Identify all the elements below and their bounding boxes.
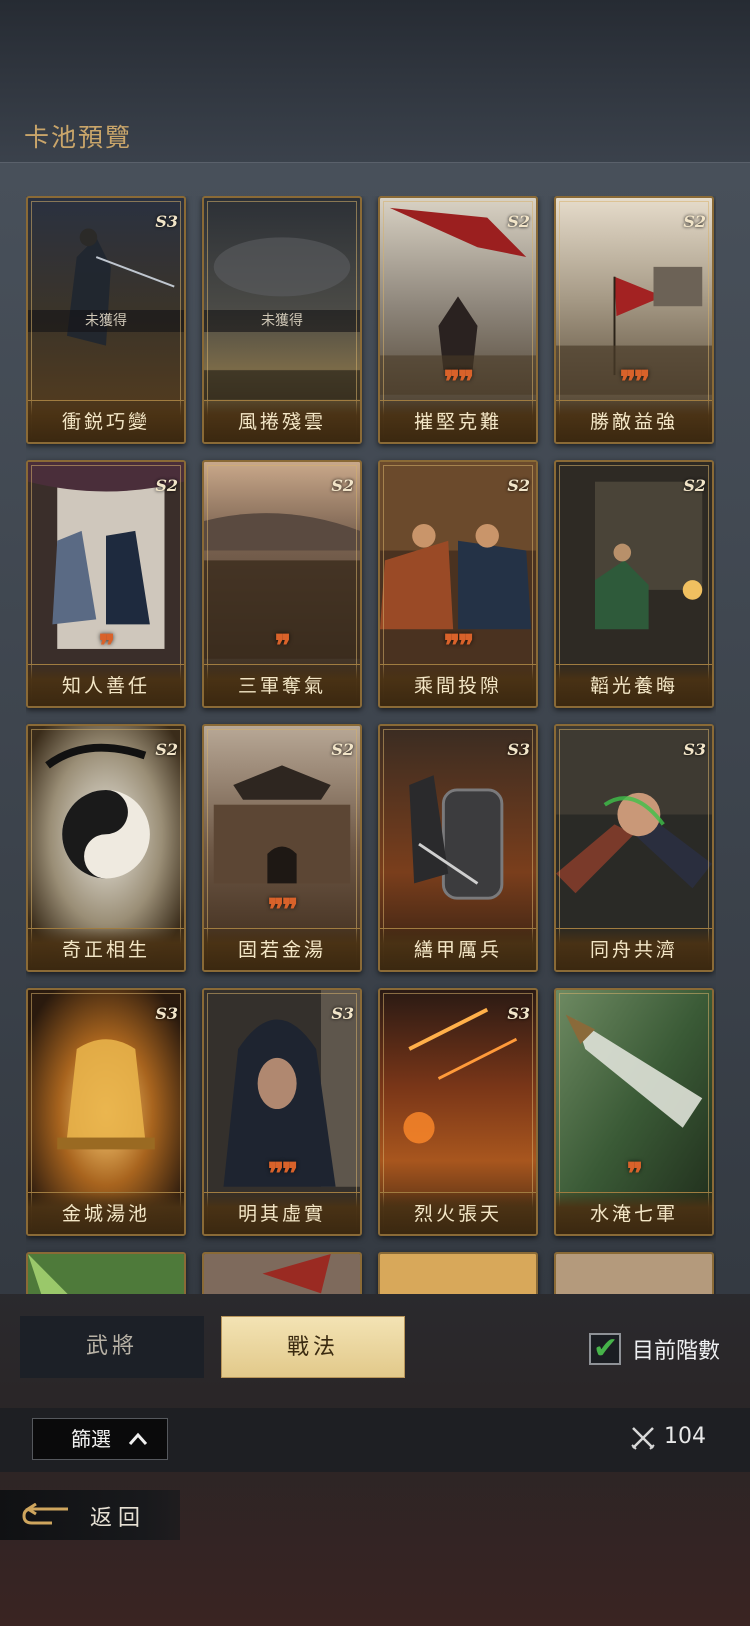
grade-badge: S2 xyxy=(507,476,530,495)
card-taoguang-yanghui[interactable]: S2 韜光養晦 xyxy=(554,460,714,708)
grade-badge: S2 xyxy=(155,740,178,759)
card-name: 風捲殘雲 xyxy=(204,400,360,442)
grade-badge: S2 xyxy=(683,212,706,231)
card-tongzhou-gongji[interactable]: S3 同舟共濟 xyxy=(554,724,714,972)
grade-badge: S2 xyxy=(507,212,530,231)
card-partial[interactable] xyxy=(202,1252,362,1294)
card-name: 奇正相生 xyxy=(28,928,184,970)
card-qizheng-xiangsheng[interactable]: S2 奇正相生 xyxy=(26,724,186,972)
card-mingqi-xushi[interactable]: S3 ❞❞ 明其虛實 xyxy=(202,988,362,1236)
card-name: 明其虛實 xyxy=(204,1192,360,1234)
grade-badge: S2 xyxy=(331,476,354,495)
grade-badge: S3 xyxy=(683,740,706,759)
card-art xyxy=(380,1254,536,1294)
card-chongrui-qiaobian[interactable]: S3 未獲得 衝鋭巧變 xyxy=(26,196,186,444)
card-partial[interactable] xyxy=(554,1252,714,1294)
quote-marks-icon: ❞❞ xyxy=(619,365,650,400)
quote-marks-icon: ❞❞ xyxy=(267,893,298,928)
count-value: 104 xyxy=(664,1424,706,1449)
card-name: 繕甲厲兵 xyxy=(380,928,536,970)
filter-button[interactable]: 篩選 xyxy=(32,1418,168,1460)
card-name: 金城湯池 xyxy=(28,1192,184,1234)
card-name: 烈火張天 xyxy=(380,1192,536,1234)
checkmark-icon: ✔ xyxy=(593,1331,619,1366)
chevron-up-icon xyxy=(127,1419,149,1474)
card-grid[interactable]: S3 未獲得 衝鋭巧變 未獲得 風捲殘雲 S2 ❞❞ 摧堅克難 S2 ❞❞ 勝敵… xyxy=(26,196,716,1294)
quote-marks-icon: ❞ xyxy=(98,629,115,664)
grade-badge: S2 xyxy=(155,476,178,495)
card-name: 韜光養晦 xyxy=(556,664,712,706)
card-liehuo-zhangtian[interactable]: S3 烈火張天 xyxy=(378,988,538,1236)
card-name: 乘間投隙 xyxy=(380,664,536,706)
card-name: 勝敵益強 xyxy=(556,400,712,442)
card-guruo-jintang[interactable]: S2 ❞❞ 固若金湯 xyxy=(202,724,362,972)
grade-badge: S3 xyxy=(507,1004,530,1023)
filter-label: 篩選 xyxy=(71,1427,111,1451)
grade-badge: S2 xyxy=(331,740,354,759)
card-name: 知人善任 xyxy=(28,664,184,706)
card-name: 同舟共濟 xyxy=(556,928,712,970)
quote-marks-icon: ❞ xyxy=(626,1157,643,1192)
page-title: 卡池預覽 xyxy=(24,123,133,152)
card-chengjian-touxi[interactable]: S2 ❞❞ 乘間投隙 xyxy=(378,460,538,708)
current-tier-label: 目前階數 xyxy=(632,1339,721,1364)
not-obtained-label: 未獲得 xyxy=(204,310,360,332)
card-partial[interactable] xyxy=(26,1252,186,1294)
card-shanjia-libing[interactable]: S3 繕甲厲兵 xyxy=(378,724,538,972)
return-arrow-icon xyxy=(22,1503,68,1525)
card-shengdi-yiqiang[interactable]: S2 ❞❞ 勝敵益強 xyxy=(554,196,714,444)
tab-generals[interactable]: 武將 xyxy=(20,1316,204,1378)
card-art xyxy=(556,1254,712,1294)
grade-badge: S3 xyxy=(331,1004,354,1023)
filter-bar: 篩選 104 xyxy=(0,1408,750,1472)
card-name: 三軍奪氣 xyxy=(204,664,360,706)
crossed-swords-icon xyxy=(631,1427,655,1450)
grade-badge: S2 xyxy=(683,476,706,495)
quote-marks-icon: ❞❞ xyxy=(443,629,474,664)
card-name: 衝鋭巧變 xyxy=(28,400,184,442)
card-cuijian-kenan[interactable]: S2 ❞❞ 摧堅克難 xyxy=(378,196,538,444)
card-partial[interactable] xyxy=(378,1252,538,1294)
card-shuiyan-qijun[interactable]: ❞ 水淹七軍 xyxy=(554,988,714,1236)
tab-tactics[interactable]: 戰法 xyxy=(221,1316,405,1378)
card-name: 摧堅克難 xyxy=(380,400,536,442)
card-name: 水淹七軍 xyxy=(556,1192,712,1234)
card-name: 固若金湯 xyxy=(204,928,360,970)
card-fengjuan-canyun[interactable]: 未獲得 風捲殘雲 xyxy=(202,196,362,444)
quote-marks-icon: ❞ xyxy=(274,629,291,664)
card-art xyxy=(204,1254,360,1294)
back-button[interactable]: 返回 xyxy=(0,1490,180,1540)
grade-badge: S3 xyxy=(155,212,178,231)
tab-bar: 武將 戰法 ✔ 目前階數 xyxy=(0,1316,750,1382)
card-sanjun-duoqi[interactable]: S2 ❞ 三軍奪氣 xyxy=(202,460,362,708)
grade-badge: S3 xyxy=(507,740,530,759)
current-tier-checkbox[interactable]: ✔ xyxy=(589,1331,621,1366)
back-label: 返回 xyxy=(90,1506,147,1531)
grade-badge: S3 xyxy=(155,1004,178,1023)
card-art xyxy=(28,1254,184,1294)
not-obtained-label: 未獲得 xyxy=(28,310,184,332)
card-zhiren-shanren[interactable]: S2 ❞ 知人善任 xyxy=(26,460,186,708)
quote-marks-icon: ❞❞ xyxy=(267,1157,298,1192)
card-jincheng-tangchi[interactable]: S3 金城湯池 xyxy=(26,988,186,1236)
quote-marks-icon: ❞❞ xyxy=(443,365,474,400)
